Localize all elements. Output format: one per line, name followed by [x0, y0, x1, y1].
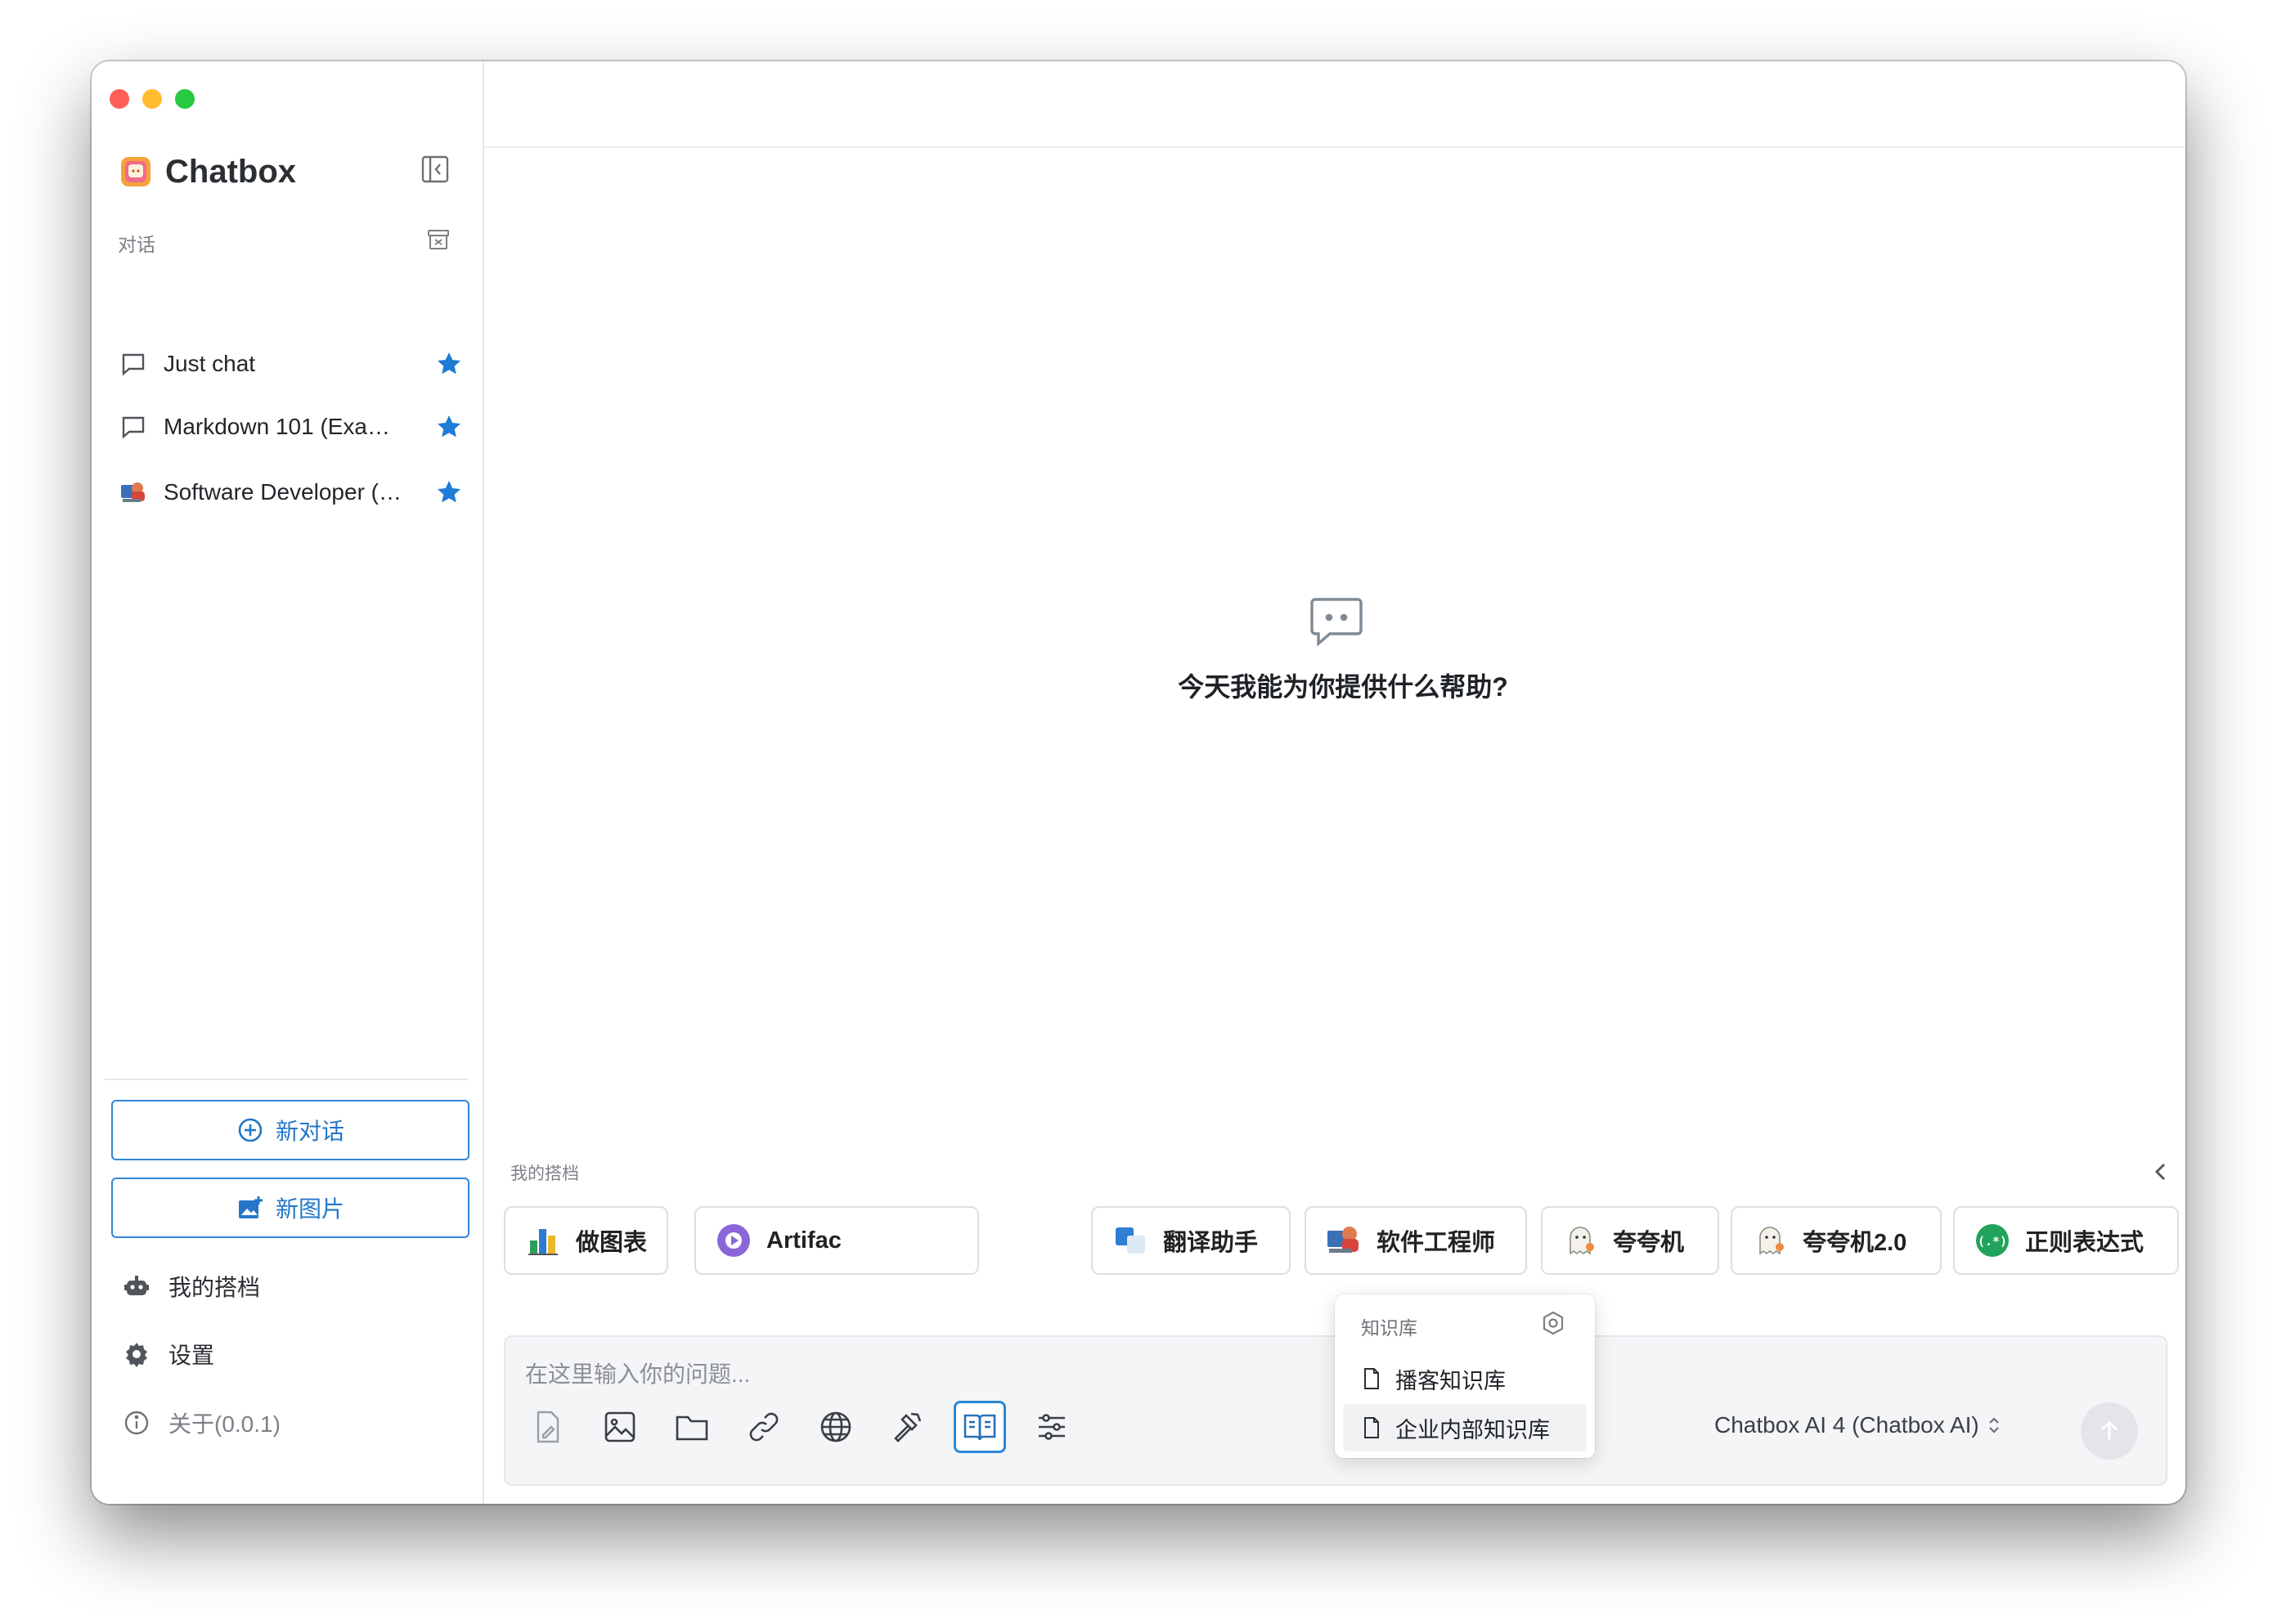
conversation-item[interactable]: Markdown 101 (Exa… — [119, 402, 463, 451]
folder-icon — [676, 1415, 708, 1441]
ghost-icon — [1570, 1227, 1594, 1255]
new-image-button[interactable]: 新图片 — [111, 1178, 469, 1238]
ghost-icon — [1759, 1227, 1784, 1255]
conversation-label: Software Developer (… — [164, 479, 402, 505]
chat-input-placeholder[interactable]: 在这里输入你的问题... — [525, 1357, 750, 1389]
image-button[interactable] — [594, 1401, 646, 1453]
welcome-heading: 今天我能为你提供什么帮助? — [1178, 672, 1508, 702]
file-edit-button[interactable] — [522, 1401, 574, 1453]
knowledge-base-button[interactable] — [954, 1401, 1006, 1453]
globe-icon — [820, 1411, 851, 1442]
developer-avatar-icon — [1327, 1227, 1359, 1253]
info-icon — [124, 1411, 149, 1435]
web-search-button[interactable] — [810, 1401, 862, 1453]
folder-button[interactable] — [666, 1401, 718, 1453]
file-icon — [1364, 1417, 1379, 1438]
archive-icon[interactable] — [425, 227, 451, 253]
hammer-icon — [894, 1412, 922, 1442]
partner-label: 翻译助手 — [1163, 1230, 1259, 1256]
my-partners-label: 我的搭档 — [168, 1275, 261, 1300]
my-partners-link[interactable]: 我的搭档 — [123, 1266, 260, 1307]
send-button[interactable] — [2081, 1402, 2138, 1460]
book-icon — [963, 1414, 996, 1441]
gear-icon — [126, 1343, 147, 1367]
zoom-window-button[interactable] — [175, 89, 195, 109]
chevron-left-icon[interactable] — [2146, 1157, 2176, 1187]
brand: Chatbox — [119, 151, 296, 192]
new-chat-label: 新对话 — [275, 1119, 344, 1144]
translate-icon — [1116, 1227, 1145, 1254]
partner-label: Artifac — [766, 1227, 842, 1254]
settings-label: 设置 — [168, 1343, 215, 1368]
conversation-item[interactable]: Software Developer (… — [119, 468, 463, 517]
partner-card[interactable]: 软件工程师 — [1305, 1206, 1527, 1275]
chat-bubble-icon — [1310, 598, 1363, 647]
conversation-label: Just chat — [164, 351, 256, 376]
arrow-up-icon — [2101, 1420, 2118, 1439]
robot-icon — [124, 1276, 149, 1295]
model-selector[interactable]: Chatbox AI 4 (Chatbox AI) — [1714, 1412, 2001, 1438]
file-edit-icon — [537, 1411, 559, 1443]
conversation-label: Markdown 101 (Exa… — [164, 414, 391, 439]
svg-text:(.*): (.*) — [1978, 1234, 2007, 1249]
chevron-up-down-icon — [1988, 1417, 1999, 1433]
add-image-icon — [238, 1196, 263, 1218]
settings-link[interactable]: 设置 — [123, 1334, 214, 1375]
partner-card[interactable]: 夸夸机2.0 — [1731, 1206, 1942, 1275]
settings-icon[interactable] — [1539, 1309, 1567, 1337]
star-icon[interactable] — [435, 413, 463, 441]
partner-cards: 做图表 Artifac 翻译助手 软件工程师 夸夸机 夸夸机2.0 (.*) 正… — [484, 1206, 2185, 1280]
app-window: Chatbox 对话 Just chat Markdown 101 (Exa… — [92, 61, 2185, 1504]
new-image-label: 新图片 — [275, 1196, 344, 1222]
tools-button[interactable] — [882, 1401, 934, 1453]
file-icon — [1364, 1368, 1379, 1389]
main-header — [484, 61, 2185, 148]
app-title: Chatbox — [165, 153, 296, 190]
sidebar-divider — [105, 1079, 468, 1080]
regex-icon: (.*) — [1976, 1224, 2009, 1257]
about-link[interactable]: 关于(0.0.1) — [123, 1402, 281, 1443]
close-window-button[interactable] — [110, 89, 129, 109]
chatbox-logo-icon — [121, 157, 150, 186]
partner-card[interactable]: 做图表 — [504, 1206, 669, 1275]
minimize-window-button[interactable] — [142, 89, 162, 109]
play-circle-icon — [717, 1224, 750, 1257]
knowledge-base-title: 知识库 — [1361, 1317, 1417, 1339]
partner-label: 正则表达式 — [2025, 1230, 2145, 1256]
partner-label: 夸夸机 — [1613, 1230, 1685, 1256]
knowledge-base-item[interactable]: 企业内部知识库 — [1343, 1404, 1587, 1451]
knowledge-base-label: 播客知识库 — [1395, 1368, 1506, 1393]
knowledge-base-item[interactable]: 播客知识库 — [1343, 1355, 1587, 1402]
collapse-sidebar-icon[interactable] — [419, 153, 451, 186]
partner-card[interactable]: (.*) 正则表达式 — [1953, 1206, 2179, 1275]
knowledge-base-label: 企业内部知识库 — [1395, 1417, 1550, 1442]
about-label: 关于(0.0.1) — [168, 1411, 281, 1437]
partners-section-label: 我的搭档 — [510, 1164, 579, 1183]
sliders-icon — [1039, 1414, 1065, 1440]
main-panel: 今天我能为你提供什么帮助? 我的搭档 做图表 Artifac 翻译助手 软件工程… — [484, 61, 2185, 1504]
partner-label: 夸夸机2.0 — [1803, 1230, 1907, 1256]
developer-avatar-icon — [121, 482, 145, 502]
conversation-item[interactable]: Just chat — [119, 339, 463, 388]
star-icon[interactable] — [435, 478, 463, 506]
image-icon — [604, 1411, 635, 1442]
partner-card[interactable]: Artifac — [694, 1206, 979, 1275]
conversations-section-label: 对话 — [118, 234, 155, 255]
link-button[interactable] — [738, 1401, 790, 1453]
settings-sliders-button[interactable] — [1026, 1401, 1078, 1453]
partner-label: 软件工程师 — [1377, 1230, 1496, 1256]
sidebar: Chatbox 对话 Just chat Markdown 101 (Exa… — [92, 61, 484, 1504]
new-chat-button[interactable]: 新对话 — [111, 1100, 469, 1160]
knowledge-base-menu: 知识库 播客知识库 企业内部知识库 — [1335, 1294, 1595, 1458]
plus-circle-icon — [238, 1118, 263, 1142]
chat-bubble-icon — [122, 416, 145, 439]
model-name: Chatbox AI 4 (Chatbox AI) — [1714, 1412, 1979, 1438]
partner-label: 做图表 — [576, 1230, 648, 1256]
partner-card[interactable]: 夸夸机 — [1541, 1206, 1719, 1275]
bar-chart-icon — [528, 1229, 558, 1255]
link-icon — [749, 1412, 779, 1442]
chat-bubble-icon — [122, 353, 145, 376]
partner-card[interactable]: 翻译助手 — [1091, 1206, 1291, 1275]
star-icon[interactable] — [435, 350, 463, 378]
